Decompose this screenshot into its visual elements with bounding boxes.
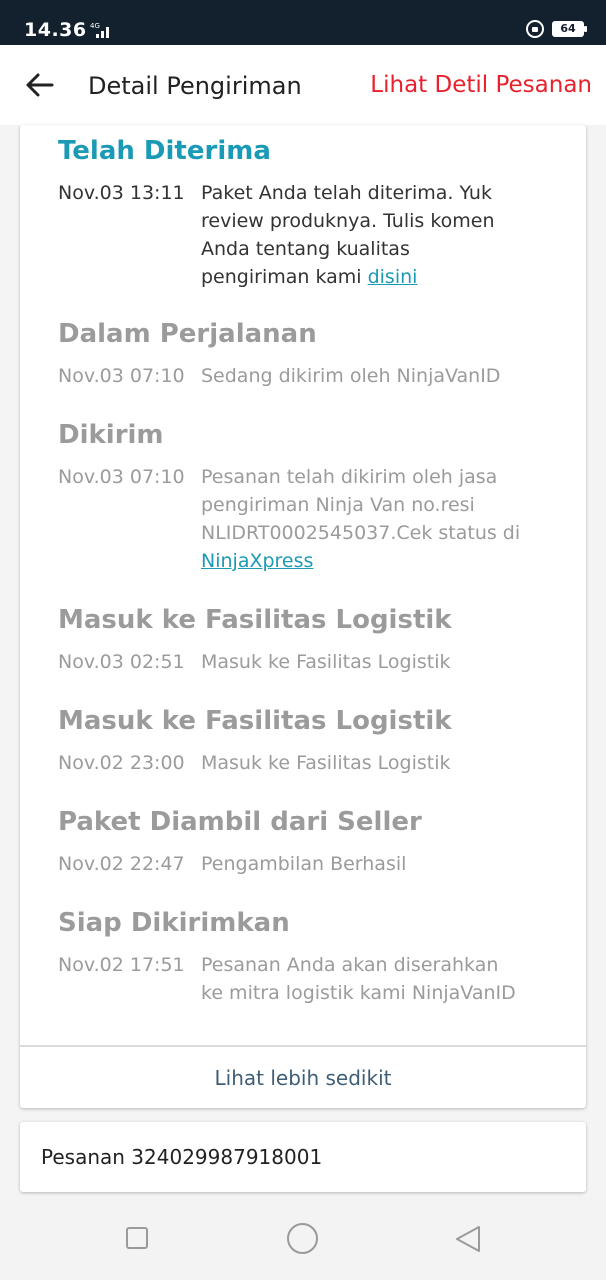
event-status: Dikirim: [58, 420, 164, 450]
event-date: Nov.03 13:11: [58, 182, 185, 204]
event-row: Nov.02 23:00 Masuk ke Fasilitas Logistik: [58, 749, 558, 777]
app-bar: Detail Pengiriman Lihat Detil Pesanan: [0, 45, 606, 125]
event-status: Siap Dikirimkan: [58, 908, 290, 938]
event-date: Nov.02 23:00: [58, 752, 185, 774]
timeline-event: Masuk ke Fasilitas Logistik Nov.02 23:00…: [58, 705, 558, 777]
back-arrow-icon[interactable]: [22, 67, 58, 103]
system-nav-bar: [0, 1198, 606, 1280]
review-link[interactable]: disini: [368, 266, 418, 288]
event-row: Nov.03 07:10 Sedang dikirim oleh NinjaVa…: [58, 362, 558, 390]
lock-rotation-icon: [526, 20, 544, 38]
event-row: Nov.02 22:47 Pengambilan Berhasil: [58, 850, 558, 878]
network-type: 4G: [90, 22, 100, 30]
event-date: Nov.03 07:10: [58, 365, 185, 387]
event-description: Sedang dikirim oleh NinjaVanID: [201, 365, 501, 387]
event-description: Pesanan telah dikirim oleh jasa pengirim…: [201, 466, 521, 572]
event-row: Nov.02 17:51 Pesanan Anda akan diserahka…: [58, 951, 558, 1007]
event-description: Pesanan Anda akan diserahkan ke mitra lo…: [201, 954, 516, 1004]
recent-apps-icon[interactable]: [126, 1227, 148, 1249]
event-description: Masuk ke Fasilitas Logistik: [201, 752, 451, 774]
status-right: 64: [526, 20, 587, 38]
status-time: 14.36: [24, 19, 87, 41]
tracking-link[interactable]: NinjaXpress: [201, 550, 313, 572]
nav-back-icon[interactable]: [453, 1224, 483, 1254]
event-status: Masuk ke Fasilitas Logistik: [58, 706, 452, 736]
order-card[interactable]: Pesanan 324029987918001: [20, 1122, 586, 1192]
timeline-event: Siap Dikirimkan Nov.02 17:51 Pesanan And…: [58, 907, 558, 1007]
event-description: Masuk ke Fasilitas Logistik: [201, 651, 451, 673]
view-order-detail-link[interactable]: Lihat Detil Pesanan: [370, 72, 592, 98]
event-row: Nov.03 02:51 Masuk ke Fasilitas Logistik: [58, 648, 558, 676]
event-status: Masuk ke Fasilitas Logistik: [58, 605, 452, 635]
signal-icon: 4G: [90, 22, 109, 38]
timeline-event: Dikirim Nov.03 07:10 Pesanan telah dikir…: [58, 419, 558, 575]
event-status: Paket Diambil dari Seller: [58, 807, 422, 837]
event-row: Nov.03 07:10 Pesanan telah dikirim oleh …: [58, 463, 558, 575]
event-date: Nov.02 17:51: [58, 954, 185, 976]
order-number: Pesanan 324029987918001: [41, 1145, 323, 1169]
tracking-timeline: Telah Diterima Nov.03 13:11 Paket Anda t…: [20, 125, 586, 1045]
home-icon[interactable]: [287, 1223, 318, 1254]
event-description: Paket Anda telah diterima. Yuk review pr…: [201, 182, 495, 288]
tracking-card: Telah Diterima Nov.03 13:11 Paket Anda t…: [20, 125, 586, 1108]
event-date: Nov.02 22:47: [58, 853, 185, 875]
status-bar: 14.36 4G 64: [0, 0, 606, 45]
timeline-event: Paket Diambil dari Seller Nov.02 22:47 P…: [58, 806, 558, 878]
page-title: Detail Pengiriman: [88, 72, 302, 100]
timeline-event: Telah Diterima Nov.03 13:11 Paket Anda t…: [58, 135, 558, 291]
event-status: Telah Diterima: [58, 136, 271, 166]
battery-icon: 64: [552, 21, 587, 37]
event-date: Nov.03 07:10: [58, 466, 185, 488]
event-date: Nov.03 02:51: [58, 651, 185, 673]
event-description: Pengambilan Berhasil: [201, 853, 407, 875]
event-row: Nov.03 13:11 Paket Anda telah diterima. …: [58, 179, 558, 291]
timeline-event: Masuk ke Fasilitas Logistik Nov.03 02:51…: [58, 604, 558, 676]
timeline-event: Dalam Perjalanan Nov.03 07:10 Sedang dik…: [58, 318, 558, 390]
show-less-button[interactable]: Lihat lebih sedikit: [20, 1047, 586, 1108]
event-status: Dalam Perjalanan: [58, 319, 317, 349]
